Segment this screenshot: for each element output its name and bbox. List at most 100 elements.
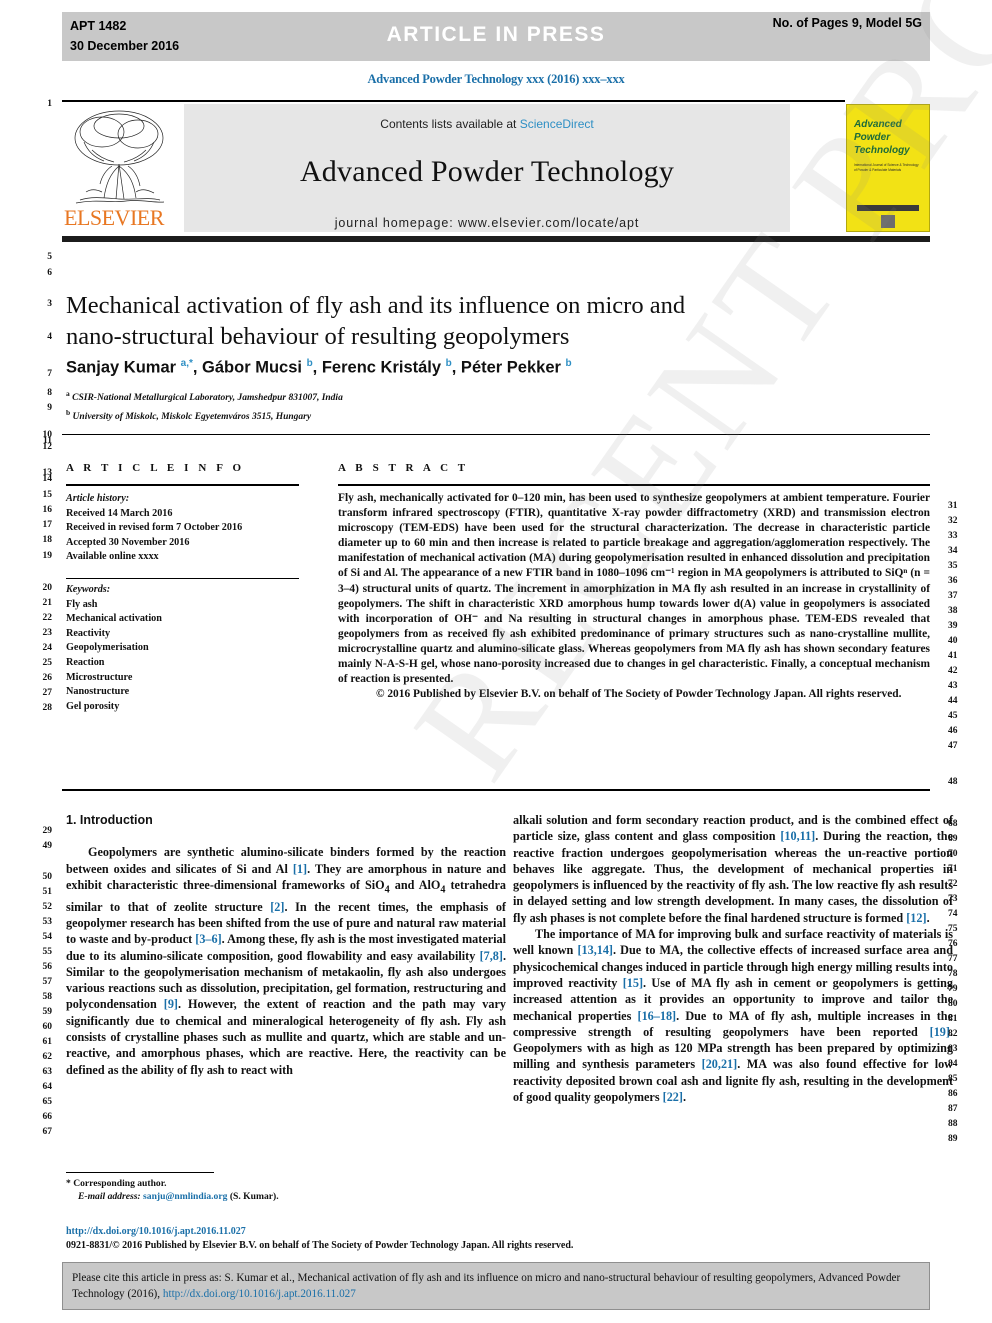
footnote-block: * Corresponding author. E-mail address: … [66, 1177, 506, 1203]
cite-doi-link[interactable]: http://dx.doi.org/10.1016/j.apt.2016.11.… [163, 1288, 356, 1300]
line-number: 63 [42, 1067, 53, 1077]
intro-paragraph-2: alkali solution and form secondary react… [513, 813, 953, 925]
line-number: 17 [42, 520, 53, 530]
author-list: Sanjay Kumar a,*, Gábor Mucsi b, Ferenc … [66, 358, 572, 377]
cover-subtitle: International Journal of Science & Techn… [854, 163, 919, 172]
line-number: 33 [948, 531, 958, 541]
introduction-heading: 1. Introduction [66, 813, 153, 827]
history-item: Received in revised form 7 October 2016 [66, 522, 243, 534]
line-number: 26 [42, 673, 53, 683]
keyword-item: Geopolymerisation [66, 642, 149, 654]
line-number: 77 [948, 954, 958, 964]
line-number: 6 [47, 268, 52, 278]
line-number: 18 [42, 535, 53, 545]
paper-page: RECENT PROOF APT 1482 30 December 2016 A… [0, 0, 992, 1323]
citation-ref[interactable]: [20,21] [702, 1057, 738, 1071]
line-number: 83 [948, 1044, 958, 1054]
running-head: Advanced Powder Technology xxx (2016) xx… [367, 72, 625, 86]
citation-ref[interactable]: [15] [623, 976, 643, 990]
article-history-block: Article history: Received 14 March 2016 … [66, 492, 304, 565]
journal-homepage[interactable]: journal homepage: www.elsevier.com/locat… [184, 216, 790, 230]
elsevier-tree-icon [74, 110, 165, 204]
abstract-heading: A B S T R A C T [338, 462, 469, 474]
elsevier-wordmark: ELSEVIER [64, 205, 164, 230]
keyword-item: Gel porosity [66, 700, 120, 712]
citation-ref[interactable]: [9] [164, 997, 178, 1011]
line-number: 53 [42, 917, 53, 927]
corresponding-author-text: Corresponding author. [73, 1178, 167, 1189]
keyword-item: Fly ash [66, 598, 98, 610]
citation-ref[interactable]: [2] [270, 900, 284, 914]
keyword-item: Microstructure [66, 671, 133, 683]
line-number: 45 [948, 711, 958, 721]
line-number: 42 [948, 666, 958, 676]
abstract-copyright: © 2016 Published by Elsevier B.V. on beh… [376, 688, 902, 701]
line-number: 38 [948, 606, 958, 616]
line-number: 43 [948, 681, 958, 691]
abstract-body: Fly ash, mechanically activated for 0–12… [338, 491, 930, 702]
citation-ref[interactable]: [16–18] [638, 1009, 677, 1023]
line-number: 12 [42, 442, 53, 452]
citation-ref[interactable]: [13,14] [577, 943, 613, 957]
abstract-rule [338, 484, 930, 486]
line-number: 89 [948, 1134, 958, 1144]
line-number: 56 [42, 962, 53, 972]
footnote-rule [66, 1172, 214, 1173]
line-number: 24 [42, 643, 53, 653]
elsevier-logo: ELSEVIER [62, 104, 177, 232]
keywords-separator-rule [66, 578, 299, 579]
line-number: 48 [948, 777, 958, 787]
article-info-heading: A R T I C L E I N F O [66, 462, 245, 474]
info-section-top-rule [62, 434, 930, 435]
cite-text: Please cite this article in press as: S.… [63, 1263, 929, 1302]
cover-publisher-mark [881, 215, 895, 228]
citation-ref[interactable]: [1] [293, 862, 307, 876]
keyword-item: Reactivity [66, 627, 111, 639]
line-number: 32 [948, 516, 958, 526]
sciencedirect-link[interactable]: ScienceDirect [520, 117, 594, 131]
abstract-bottom-rule [62, 789, 930, 791]
citation-ref[interactable]: [19] [930, 1025, 950, 1039]
doi-link[interactable]: http://dx.doi.org/10.1016/j.apt.2016.11.… [66, 1225, 946, 1239]
author-affil-marker: b [565, 358, 572, 369]
line-number: 70 [948, 849, 958, 859]
line-number: 23 [42, 628, 53, 638]
line-number: 44 [948, 696, 958, 706]
line-number: 40 [948, 636, 958, 646]
line-number: 19 [42, 551, 53, 561]
citation-ref[interactable]: [10,11] [780, 829, 815, 843]
line-number: 14 [42, 474, 53, 484]
line-number: 71 [948, 864, 958, 874]
email-label: E-mail address: [78, 1191, 141, 1202]
line-number: 15 [42, 490, 53, 500]
line-number: 39 [948, 621, 958, 631]
history-item: Available online xxxx [66, 551, 159, 563]
email-owner: (S. Kumar). [229, 1191, 279, 1202]
keywords-block: Keywords: Fly ash Mechanical activation … [66, 583, 304, 714]
corresponding-author-line: * Corresponding author. [66, 1177, 506, 1190]
citation-ref[interactable]: [7,8] [480, 949, 503, 963]
line-number: 41 [948, 651, 958, 661]
citation-ref[interactable]: [3–6] [195, 932, 221, 946]
line-number: 74 [948, 909, 958, 919]
email-link[interactable]: sanju@nmlindia.org [143, 1191, 227, 1202]
citation-ref[interactable]: [12] [906, 911, 926, 925]
line-number: 86 [948, 1089, 958, 1099]
keyword-item: Nanostructure [66, 686, 130, 698]
line-number: 88 [948, 1119, 958, 1129]
history-item: Received 14 March 2016 [66, 507, 173, 519]
contents-panel: Contents lists available at ScienceDirec… [184, 104, 790, 232]
line-number: 25 [42, 658, 53, 668]
line-number: 61 [42, 1037, 53, 1047]
article-info-rule [66, 484, 299, 486]
author-affil-marker: b [445, 358, 452, 369]
line-number: 59 [42, 1007, 53, 1017]
body-column-left: 1. Introduction Geopolymers are syntheti… [66, 812, 506, 1078]
line-number: 65 [42, 1097, 53, 1107]
line-number: 64 [42, 1082, 53, 1092]
line-number: 7 [47, 369, 52, 379]
intro-paragraph-3: The importance of MA for improving bulk … [513, 927, 953, 1105]
citation-ref[interactable]: [22] [663, 1090, 683, 1104]
article-in-press-banner: APT 1482 30 December 2016 ARTICLE IN PRE… [62, 12, 930, 61]
email-line: E-mail address: sanju@nmlindia.org (S. K… [66, 1190, 506, 1203]
